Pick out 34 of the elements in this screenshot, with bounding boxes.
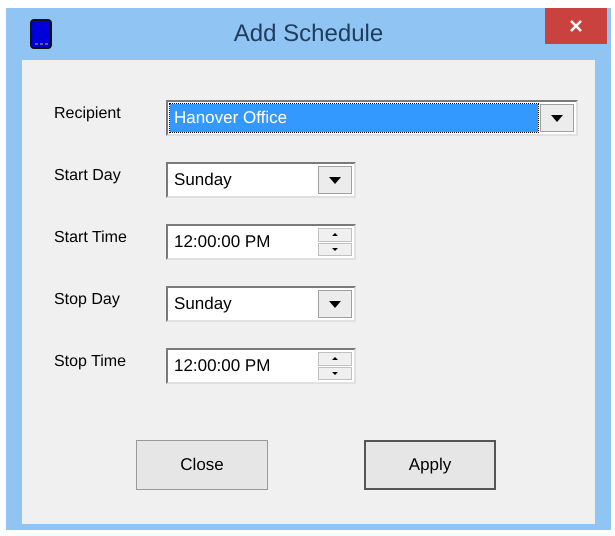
spin-down-button[interactable]: [318, 366, 352, 380]
up-arrow-icon: [332, 357, 338, 360]
device-icon: [30, 19, 52, 49]
down-arrow-icon: [332, 372, 338, 375]
dialog-button[interactable]: Apply: [364, 440, 496, 490]
time-field[interactable]: 12:00:00 PM: [166, 224, 356, 260]
close-icon: [569, 19, 583, 33]
dropdown-button[interactable]: [318, 290, 352, 318]
field-label: Start Day: [54, 166, 122, 186]
close-button[interactable]: [545, 8, 607, 44]
down-arrow-icon: [332, 248, 338, 251]
caret-icon: [551, 114, 563, 122]
field-label: Recipient: [54, 104, 122, 124]
dropdown-button[interactable]: [318, 166, 352, 194]
field-label: Start Time: [54, 228, 128, 248]
caret-icon: [329, 300, 341, 308]
spin-up-button[interactable]: [318, 352, 352, 366]
time-field[interactable]: 12:00:00 PM: [166, 348, 356, 384]
dropdown-value: Sunday: [173, 293, 233, 316]
dialog-button[interactable]: Close: [136, 440, 268, 490]
field-label: Stop Time: [54, 352, 128, 372]
dropdown-field[interactable]: Sunday: [166, 162, 356, 198]
spin-up-button[interactable]: [318, 228, 352, 242]
field-label: Stop Day: [54, 290, 121, 310]
spin-down-button[interactable]: [318, 242, 352, 256]
dropdown-value: Sunday: [173, 169, 233, 192]
dropdown-button[interactable]: [540, 104, 574, 132]
time-value: 12:00:00 PM: [173, 355, 272, 378]
window-title: Add Schedule: [232, 19, 384, 49]
dropdown-value: Hanover Office: [170, 104, 538, 132]
up-arrow-icon: [332, 233, 338, 236]
caret-icon: [329, 176, 341, 184]
dropdown-field[interactable]: Sunday: [166, 286, 356, 322]
time-value: 12:00:00 PM: [173, 231, 272, 254]
